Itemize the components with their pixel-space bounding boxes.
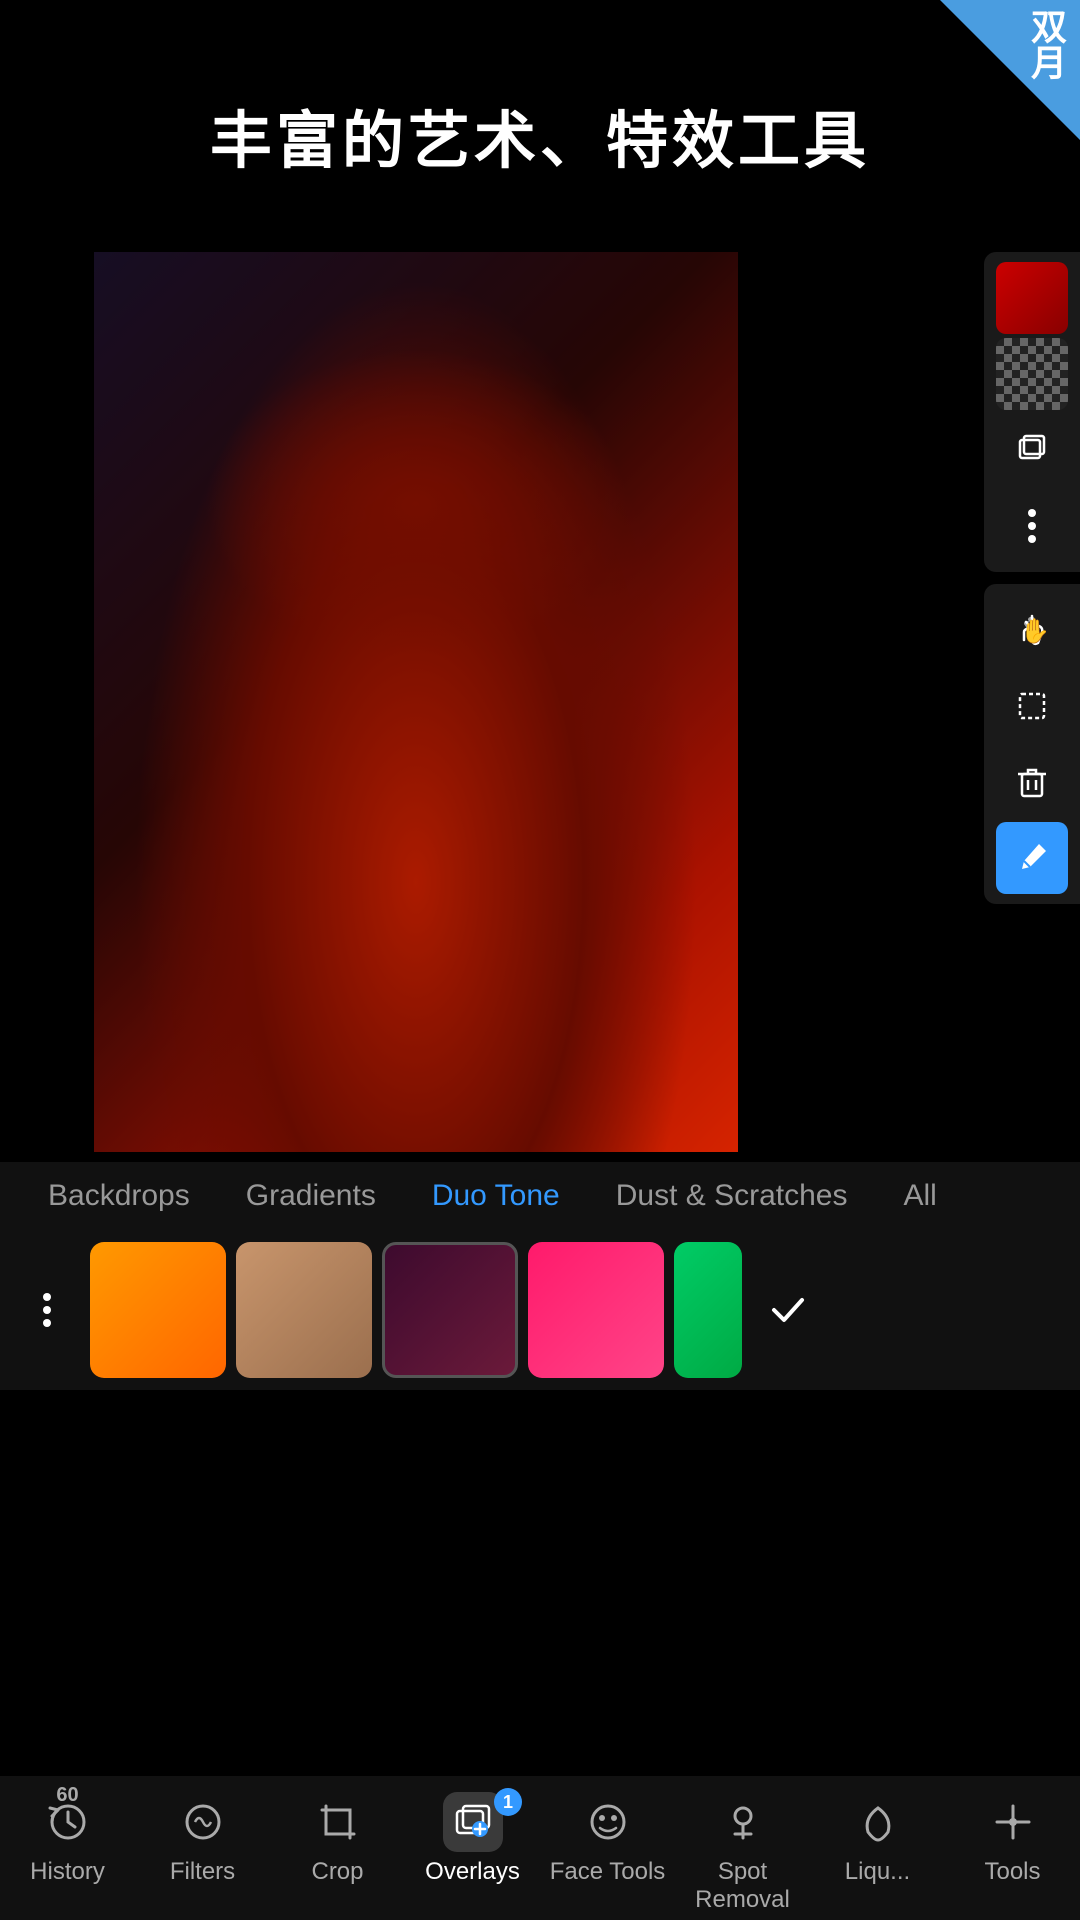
toolbar-bottom-group: ✋	[984, 584, 1080, 904]
layers-button[interactable]	[996, 414, 1068, 486]
nav-item-tools[interactable]: Tools	[945, 1792, 1080, 1886]
svg-text:✋: ✋	[1020, 617, 1050, 645]
bottom-nav: 60 History Filters	[0, 1776, 1080, 1920]
swatch-green[interactable]	[674, 1242, 742, 1378]
crop-label: Crop	[311, 1858, 363, 1886]
filters-label: Filters	[170, 1858, 235, 1886]
history-count-badge: 60	[56, 1784, 78, 1807]
tools-icon	[983, 1792, 1043, 1852]
swatch-strip	[0, 1230, 1080, 1390]
nav-item-liquify[interactable]: Liqu...	[810, 1792, 945, 1886]
history-label: History	[30, 1858, 105, 1886]
hand-tool-button[interactable]: ✋	[996, 594, 1068, 666]
tab-backdrops[interactable]: Backdrops	[20, 1162, 218, 1230]
eyedropper-button[interactable]	[996, 822, 1068, 894]
face-tools-icon	[578, 1792, 638, 1852]
more-options-button[interactable]	[996, 490, 1068, 562]
filters-icon	[173, 1792, 233, 1852]
swatch-confirm-button[interactable]	[752, 1242, 832, 1378]
checker-pattern-button[interactable]	[996, 338, 1068, 410]
tab-gradients[interactable]: Gradients	[218, 1162, 404, 1230]
nav-item-spot-removal[interactable]: Spot Removal	[675, 1792, 810, 1914]
right-toolbar: ✋	[984, 252, 1080, 904]
overlays-badge: 1	[494, 1788, 522, 1816]
overlay-tabs-strip: Backdrops Gradients Duo Tone Dust & Scra…	[0, 1162, 1080, 1230]
delete-button[interactable]	[996, 746, 1068, 818]
nav-item-face-tools[interactable]: Face Tools	[540, 1792, 675, 1886]
swatch-hot-pink[interactable]	[528, 1242, 664, 1378]
spot-removal-label: Spot Removal	[675, 1858, 810, 1914]
color-swatch-button[interactable]	[996, 262, 1068, 334]
overlays-label: Overlays	[425, 1858, 520, 1886]
selection-tool-button[interactable]	[996, 670, 1068, 742]
liquify-label: Liqu...	[845, 1858, 910, 1886]
spot-removal-icon	[713, 1792, 773, 1852]
face-tools-label: Face Tools	[550, 1858, 666, 1886]
tab-duo-tone[interactable]: Duo Tone	[404, 1162, 588, 1230]
tab-all[interactable]: All	[875, 1162, 964, 1230]
photo-red-overlay	[94, 252, 738, 1152]
swatch-tan[interactable]	[236, 1242, 372, 1378]
swatch-orange[interactable]	[90, 1242, 226, 1378]
swatch-menu-button[interactable]	[0, 1242, 80, 1378]
page-title: 丰富的艺术、特效工具	[0, 90, 1080, 180]
swatch-dark-red[interactable]	[382, 1242, 518, 1378]
liquify-icon	[848, 1792, 908, 1852]
banner-text: 双月	[1020, 0, 1080, 80]
tab-dust-scratches[interactable]: Dust & Scratches	[588, 1162, 876, 1230]
nav-item-filters[interactable]: Filters	[135, 1792, 270, 1886]
nav-item-overlays[interactable]: 1 Overlays	[405, 1792, 540, 1886]
photo-canvas[interactable]	[94, 252, 738, 1152]
tools-label: Tools	[984, 1858, 1040, 1886]
toolbar-top-group	[984, 252, 1080, 572]
nav-item-crop[interactable]: Crop	[270, 1792, 405, 1886]
nav-item-history[interactable]: 60 History	[0, 1792, 135, 1886]
crop-icon	[308, 1792, 368, 1852]
